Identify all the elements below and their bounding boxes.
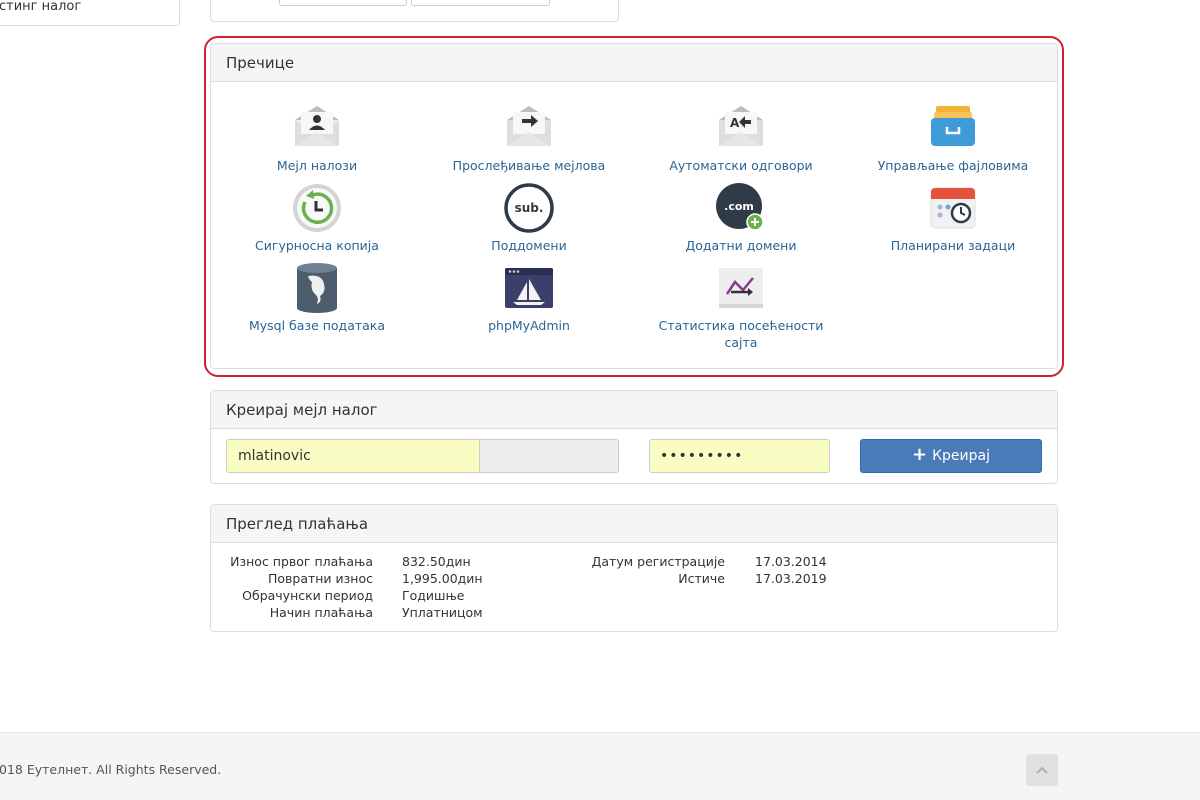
payment-value: 17.03.2019 (755, 571, 827, 586)
create-mail-title: Креирај мејл налог (211, 391, 1057, 429)
top-panel-fragment (210, 0, 619, 22)
sidebar-item-hosting-account[interactable]: стинг налог (0, 0, 81, 14)
payment-label: Начин плаћања (269, 605, 373, 620)
shortcut-mysql-databases[interactable]: Mysql базе података (211, 262, 423, 334)
shortcut-label: Мејл налози (276, 158, 358, 173)
mail-username-input[interactable] (226, 439, 480, 473)
cron-jobs-icon (930, 187, 976, 229)
svg-text:sub.: sub. (515, 201, 544, 215)
payment-overview-panel: Преглед плаћања Износ првог плаћања 832.… (210, 504, 1058, 632)
mysql-database-icon (297, 263, 337, 313)
shortcut-label: Додатни домени (685, 238, 797, 253)
shortcut-backup[interactable]: Сигурносна копија (211, 182, 423, 254)
shortcut-label: Прослеђивање мејлова (452, 158, 606, 173)
shortcuts-title: Пречице (211, 44, 1057, 82)
addon-domains-icon: .com (716, 183, 764, 231)
payment-label: Обрачунски период (242, 588, 373, 603)
footer-copyright: 018 Еутелнет. All Rights Reserved. (0, 762, 222, 777)
partial-input[interactable] (279, 0, 407, 6)
shortcut-mail-forwarding[interactable]: Прослеђивање мејлова (423, 102, 635, 174)
phpmyadmin-icon (505, 268, 553, 308)
shortcut-mail-accounts[interactable]: Мејл налози (211, 102, 423, 174)
shortcut-subdomains[interactable]: sub. Поддомени (423, 182, 635, 254)
subdomains-icon: sub. (504, 183, 554, 233)
shortcut-file-manager[interactable]: Управљање фајловима (847, 102, 1059, 174)
plus-icon: + (912, 444, 928, 465)
shortcuts-panel: Пречице Мејл налози Прослеђивање мејлова… (210, 43, 1058, 369)
partial-button[interactable] (411, 0, 550, 6)
payment-label: Повратни износ (267, 571, 373, 586)
payment-value: 1,995.00дин (402, 571, 483, 586)
payment-label: Истиче (678, 571, 725, 586)
shortcut-autoresponders[interactable]: A Аутоматски одговори (635, 102, 847, 174)
mail-forwarding-icon (507, 106, 551, 146)
autoresponder-icon: A (719, 106, 763, 146)
shortcut-label: Планирани задаци (890, 238, 1016, 253)
shortcut-label: Сигурносна копија (255, 238, 379, 253)
mail-domain-addon (479, 439, 619, 473)
shortcuts-grid: Мејл налози Прослеђивање мејлова A Аутом… (211, 82, 1057, 370)
payment-value: Уплатницом (402, 605, 483, 620)
shortcut-label: phpMyAdmin (488, 318, 570, 333)
shortcut-label: Статистика посећености сајта (658, 318, 824, 350)
mail-accounts-icon (295, 106, 339, 146)
shortcut-label: Аутоматски одговори (669, 158, 813, 173)
payment-value: 832.50дин (402, 554, 471, 569)
create-mail-panel: Креирај мејл налог + Креирај (210, 390, 1058, 484)
shortcut-label: Поддомени (491, 238, 567, 253)
create-button-label: Креирај (932, 448, 990, 464)
file-manager-icon (931, 106, 975, 146)
chevron-up-icon (1036, 766, 1048, 774)
payment-title: Преглед плаћања (211, 505, 1057, 543)
payment-value: Годишње (402, 588, 465, 603)
payment-value: 17.03.2014 (755, 554, 827, 569)
shortcut-site-statistics[interactable]: Статистика посећености сајта (635, 262, 847, 351)
backup-icon (293, 184, 341, 232)
site-statistics-icon (719, 268, 763, 308)
mail-password-input[interactable] (649, 439, 830, 473)
sidebar-fragment: стинг налог (0, 0, 180, 26)
svg-text:A: A (730, 116, 740, 130)
footer: 018 Еутелнет. All Rights Reserved. (0, 732, 1200, 800)
payment-label: Износ првог плаћања (230, 554, 373, 569)
payment-label: Датум регистрације (591, 554, 725, 569)
scroll-to-top-button[interactable] (1026, 754, 1058, 786)
shortcut-cron-jobs[interactable]: Планирани задаци (847, 182, 1059, 254)
shortcut-phpmyadmin[interactable]: phpMyAdmin (423, 262, 635, 334)
shortcut-label: Управљање фајловима (877, 158, 1029, 173)
shortcut-addon-domains[interactable]: .com Додатни домени (635, 182, 847, 254)
create-mail-button[interactable]: + Креирај (860, 439, 1042, 473)
shortcut-label: Mysql базе података (248, 318, 386, 333)
svg-text:.com: .com (724, 200, 754, 213)
